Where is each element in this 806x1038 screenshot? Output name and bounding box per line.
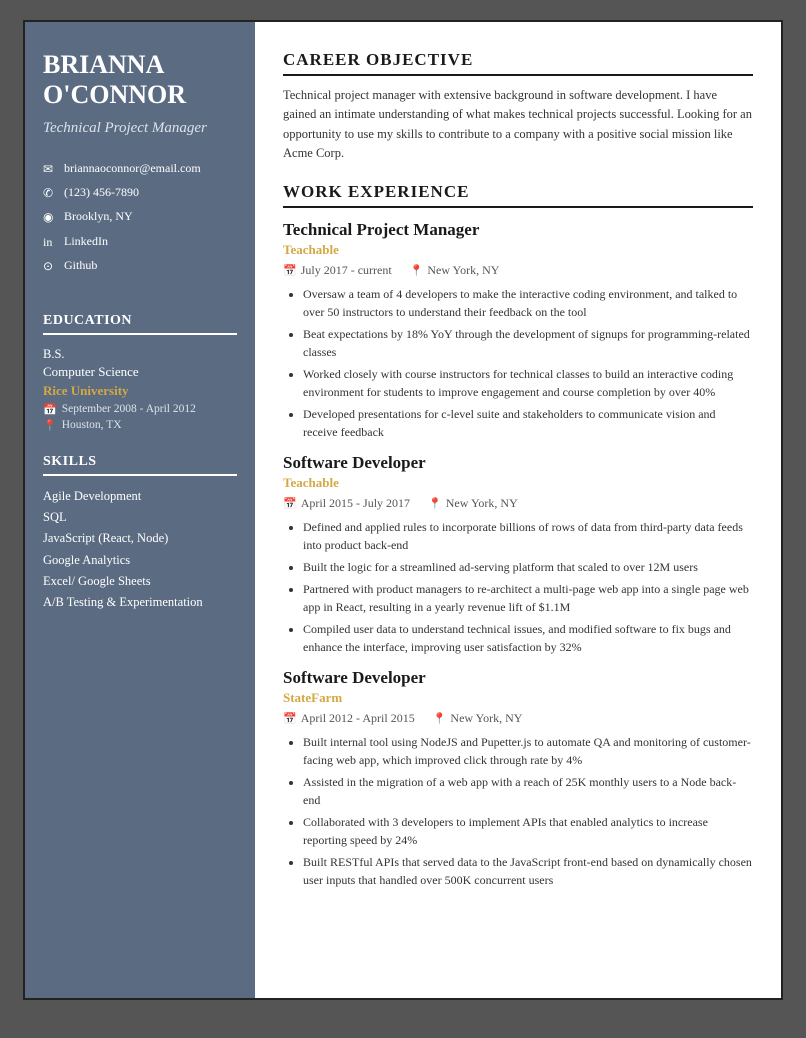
- job-1-meta: 📅 July 2017 - current 📍 New York, NY: [283, 263, 753, 278]
- education-section: EDUCATION B.S. Computer Science Rice Uni…: [43, 309, 237, 446]
- job-2-dates-text: April 2015 - July 2017: [301, 496, 410, 511]
- job-3-bullets: Built internal tool using NodeJS and Pup…: [283, 733, 753, 889]
- job-3-dates: 📅 April 2012 - April 2015: [283, 711, 415, 726]
- job-2-title: Software Developer: [283, 453, 753, 473]
- skill-agile: Agile Development: [43, 488, 237, 504]
- skill-javascript: JavaScript (React, Node): [43, 530, 237, 546]
- linkedin-icon: in: [43, 234, 57, 250]
- job-1-location-text: New York, NY: [427, 263, 499, 278]
- education-title: EDUCATION: [43, 313, 237, 335]
- job-1-dates-text: July 2017 - current: [301, 263, 392, 278]
- calendar-icon-2: 📅: [283, 497, 297, 510]
- contact-email: ✉ briannaoconnor@email.com: [43, 160, 237, 177]
- job-1-company: Teachable: [283, 242, 753, 258]
- job-3-meta: 📅 April 2012 - April 2015 📍 New York, NY: [283, 711, 753, 726]
- phone-text: (123) 456-7890: [64, 184, 139, 200]
- career-objective-text: Technical project manager with extensive…: [283, 86, 753, 164]
- job-2-meta: 📅 April 2015 - July 2017 📍 New York, NY: [283, 496, 753, 511]
- main-content: CAREER OBJECTIVE Technical project manag…: [255, 22, 781, 998]
- job-2-location: 📍 New York, NY: [428, 496, 518, 511]
- edu-major: Computer Science: [43, 364, 237, 380]
- skills-section: SKILLS Agile Development SQL JavaScript …: [43, 450, 237, 616]
- skill-google-analytics: Google Analytics: [43, 552, 237, 568]
- edu-location: 📍 Houston, TX: [43, 419, 237, 432]
- job-2-bullet-1: Defined and applied rules to incorporate…: [303, 518, 753, 554]
- job-2: Software Developer Teachable 📅 April 201…: [283, 453, 753, 656]
- location-icon: ◉: [43, 209, 57, 225]
- career-objective-heading: CAREER OBJECTIVE: [283, 50, 753, 76]
- job-1-bullet-4: Developed presentations for c-level suit…: [303, 405, 753, 441]
- pin-icon-1: 📍: [410, 264, 424, 277]
- job-2-bullet-3: Partnered with product managers to re-ar…: [303, 580, 753, 616]
- linkedin-text: LinkedIn: [64, 233, 108, 249]
- edu-school: Rice University: [43, 383, 237, 399]
- job-3-bullet-2: Assisted in the migration of a web app w…: [303, 773, 753, 809]
- contact-location: ◉ Brooklyn, NY: [43, 208, 237, 225]
- email-text: briannaoconnor@email.com: [64, 160, 201, 176]
- job-3: Software Developer StateFarm 📅 April 201…: [283, 668, 753, 889]
- phone-icon: ✆: [43, 185, 57, 201]
- skill-excel: Excel/ Google Sheets: [43, 573, 237, 589]
- resume-container: BRIANNA O'CONNOR Technical Project Manag…: [23, 20, 783, 1000]
- job-2-company: Teachable: [283, 475, 753, 491]
- calendar-icon-1: 📅: [283, 264, 297, 277]
- job-2-bullets: Defined and applied rules to incorporate…: [283, 518, 753, 656]
- email-icon: ✉: [43, 161, 57, 177]
- job-1-dates: 📅 July 2017 - current: [283, 263, 392, 278]
- edu-degree: B.S.: [43, 347, 237, 362]
- job-3-dates-text: April 2012 - April 2015: [301, 711, 415, 726]
- calendar-icon-3: 📅: [283, 712, 297, 725]
- contact-phone: ✆ (123) 456-7890: [43, 184, 237, 201]
- job-1-location: 📍 New York, NY: [410, 263, 500, 278]
- edu-dates: 📅 September 2008 - April 2012: [43, 403, 237, 416]
- sidebar: BRIANNA O'CONNOR Technical Project Manag…: [25, 22, 255, 998]
- job-3-bullet-4: Built RESTful APIs that served data to t…: [303, 853, 753, 889]
- job-3-company: StateFarm: [283, 690, 753, 706]
- job-3-location: 📍 New York, NY: [433, 711, 523, 726]
- job-1-title: Technical Project Manager: [283, 220, 753, 240]
- job-1-bullet-2: Beat expectations by 18% YoY through the…: [303, 325, 753, 361]
- calendar-icon: 📅: [43, 403, 57, 416]
- skill-sql: SQL: [43, 509, 237, 525]
- job-2-bullet-2: Built the logic for a streamlined ad-ser…: [303, 558, 753, 576]
- work-experience-heading: WORK EXPERIENCE: [283, 182, 753, 208]
- edu-location-text: Houston, TX: [62, 419, 122, 431]
- candidate-name: BRIANNA O'CONNOR: [43, 50, 237, 110]
- job-2-location-text: New York, NY: [446, 496, 518, 511]
- candidate-title: Technical Project Manager: [43, 118, 237, 138]
- contact-linkedin[interactable]: in LinkedIn: [43, 233, 237, 250]
- pin-icon-2: 📍: [428, 497, 442, 510]
- job-1-bullets: Oversaw a team of 4 developers to make t…: [283, 285, 753, 441]
- job-2-bullet-4: Compiled user data to understand technic…: [303, 620, 753, 656]
- job-1: Technical Project Manager Teachable 📅 Ju…: [283, 220, 753, 441]
- github-text: Github: [64, 257, 97, 273]
- job-3-location-text: New York, NY: [450, 711, 522, 726]
- job-1-bullet-1: Oversaw a team of 4 developers to make t…: [303, 285, 753, 321]
- job-3-bullet-1: Built internal tool using NodeJS and Pup…: [303, 733, 753, 769]
- job-3-title: Software Developer: [283, 668, 753, 688]
- github-icon: ⊙: [43, 258, 57, 274]
- job-1-bullet-3: Worked closely with course instructors f…: [303, 365, 753, 401]
- pin-icon-3: 📍: [433, 712, 447, 725]
- edu-dates-text: September 2008 - April 2012: [62, 403, 196, 415]
- skills-title: SKILLS: [43, 454, 237, 476]
- contact-github[interactable]: ⊙ Github: [43, 257, 237, 274]
- map-pin-icon: 📍: [43, 419, 57, 432]
- contact-section: ✉ briannaoconnor@email.com ✆ (123) 456-7…: [43, 160, 237, 281]
- job-3-bullet-3: Collaborated with 3 developers to implem…: [303, 813, 753, 849]
- skill-ab-testing: A/B Testing & Experimentation: [43, 594, 237, 610]
- location-text: Brooklyn, NY: [64, 208, 133, 224]
- job-2-dates: 📅 April 2015 - July 2017: [283, 496, 410, 511]
